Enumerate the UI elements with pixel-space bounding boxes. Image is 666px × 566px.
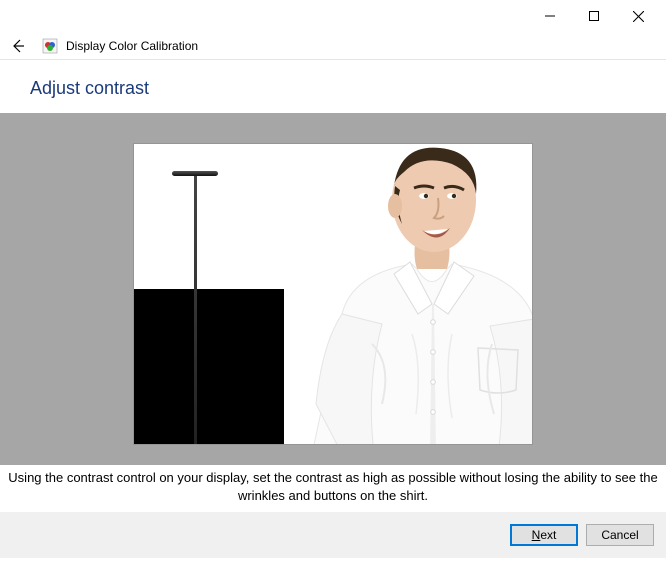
header-bar: Display Color Calibration (0, 32, 666, 60)
close-button[interactable] (616, 2, 660, 30)
calibration-stage (0, 113, 666, 465)
minimize-button[interactable] (528, 2, 572, 30)
back-button[interactable] (8, 36, 28, 56)
next-button[interactable]: Next (510, 524, 578, 546)
instruction-text: Using the contrast control on your displ… (0, 465, 666, 512)
contrast-sample-image (134, 144, 532, 444)
man-in-shirt (282, 144, 532, 444)
maximize-button[interactable] (572, 2, 616, 30)
window-titlebar (0, 0, 666, 32)
app-icon (42, 38, 58, 54)
page-heading: Adjust contrast (0, 60, 666, 113)
wizard-footer: Next Cancel (0, 512, 666, 558)
window-title: Display Color Calibration (66, 39, 198, 53)
cancel-button[interactable]: Cancel (586, 524, 654, 546)
